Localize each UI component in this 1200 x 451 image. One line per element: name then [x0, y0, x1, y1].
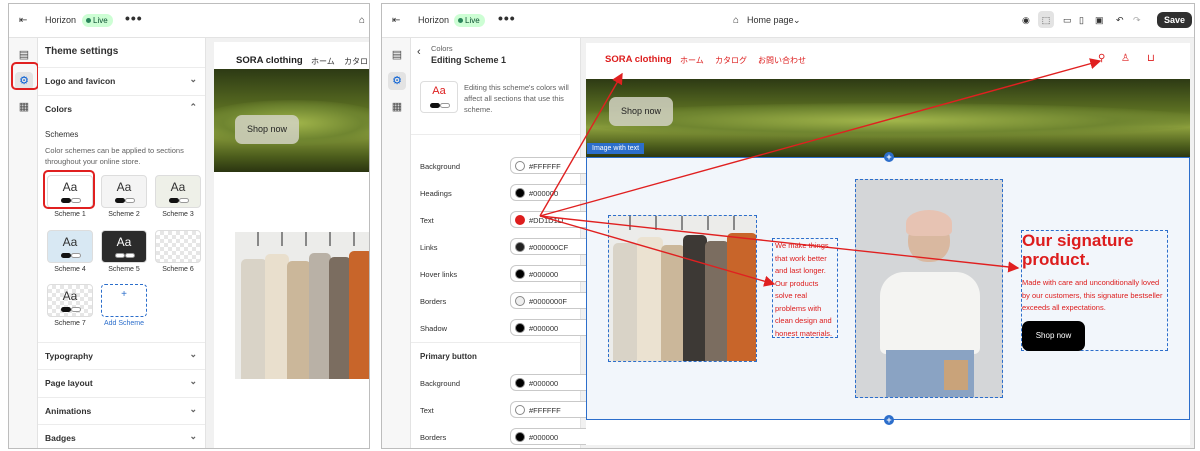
- chevron-down-icon: ⌄: [189, 349, 197, 359]
- scheme-3-swatch[interactable]: Aa: [155, 175, 201, 208]
- scheme-6-label: Scheme 6: [162, 266, 194, 273]
- scheme-3-label: Scheme 3: [162, 211, 194, 218]
- section-colors[interactable]: Colors ⌃: [38, 95, 205, 122]
- theme-settings-panel: Theme settings Logo and favicon ⌄ Colors ⌃…: [38, 38, 206, 448]
- scheme-5-swatch[interactable]: Aa: [101, 230, 147, 263]
- top-bar: ⇤ Horizon Live ••• ⌂: [9, 4, 369, 38]
- scheme-4-swatch[interactable]: Aa: [47, 230, 93, 263]
- chevron-down-icon: ⌄: [189, 376, 197, 386]
- scheme-1-label: Scheme 1: [54, 211, 86, 218]
- chevron-down-icon: ⌄: [189, 74, 197, 84]
- home-icon[interactable]: ⌂: [359, 15, 365, 26]
- highlight-settings-icon: [11, 62, 39, 90]
- section-typography[interactable]: Typography ⌄: [38, 342, 205, 369]
- section-animations[interactable]: Animations ⌄: [38, 397, 205, 424]
- chevron-up-icon: ⌃: [189, 102, 197, 112]
- panel-title: Theme settings: [45, 46, 119, 57]
- side-rail: ▤ ⚙ ▦: [9, 38, 38, 448]
- section-badges[interactable]: Badges ⌄: [38, 424, 205, 448]
- schemes-description: Color schemes can be applied to sections…: [45, 146, 184, 166]
- schemes-label: Schemes: [45, 130, 79, 139]
- exit-icon[interactable]: ⇤: [19, 15, 27, 26]
- clothing-rack-image: [235, 232, 369, 379]
- scheme-6-swatch[interactable]: [155, 230, 201, 263]
- store-name: Horizon: [45, 15, 77, 25]
- scheme-5-label: Scheme 5: [108, 266, 140, 273]
- chevron-down-icon: ⌄: [189, 431, 197, 441]
- add-scheme-label[interactable]: Add Scheme: [94, 320, 154, 327]
- scheme-2-swatch[interactable]: Aa: [101, 175, 147, 208]
- section-page-layout[interactable]: Page layout ⌄: [38, 369, 205, 396]
- left-screenshot: ⇤ Horizon Live ••• ⌂ ▤ ⚙ ▦ Theme setting…: [8, 3, 370, 449]
- brand-logo[interactable]: SORA clothing: [236, 55, 303, 66]
- nav-home[interactable]: ホーム: [311, 56, 335, 67]
- add-scheme-button[interactable]: +: [101, 284, 147, 317]
- scheme-2-label: Scheme 2: [108, 211, 140, 218]
- right-screenshot: ⇤ Horizon Live ••• ⌂ Home page ⌄ ◉ ⬚ ▭ ▯…: [381, 3, 1195, 449]
- scheme-7-swatch[interactable]: Aa: [47, 284, 93, 317]
- nav-catalog[interactable]: カタロ: [344, 56, 368, 67]
- hero-shop-now-button[interactable]: Shop now: [235, 115, 299, 144]
- apps-icon[interactable]: ▦: [15, 98, 33, 116]
- scheme-7-label: Scheme 7: [54, 320, 86, 327]
- annotation-arrows: [539, 58, 1102, 287]
- scheme-4-label: Scheme 4: [54, 266, 86, 273]
- live-badge: Live: [82, 14, 113, 27]
- chevron-down-icon: ⌄: [189, 404, 197, 414]
- highlight-scheme-1: [43, 170, 95, 209]
- store-preview: SORA clothing ホーム カタロ Shop now: [214, 42, 369, 448]
- more-actions-icon[interactable]: •••: [125, 10, 143, 26]
- plus-icon: +: [121, 289, 127, 300]
- section-logo-favicon[interactable]: Logo and favicon ⌄: [38, 67, 205, 94]
